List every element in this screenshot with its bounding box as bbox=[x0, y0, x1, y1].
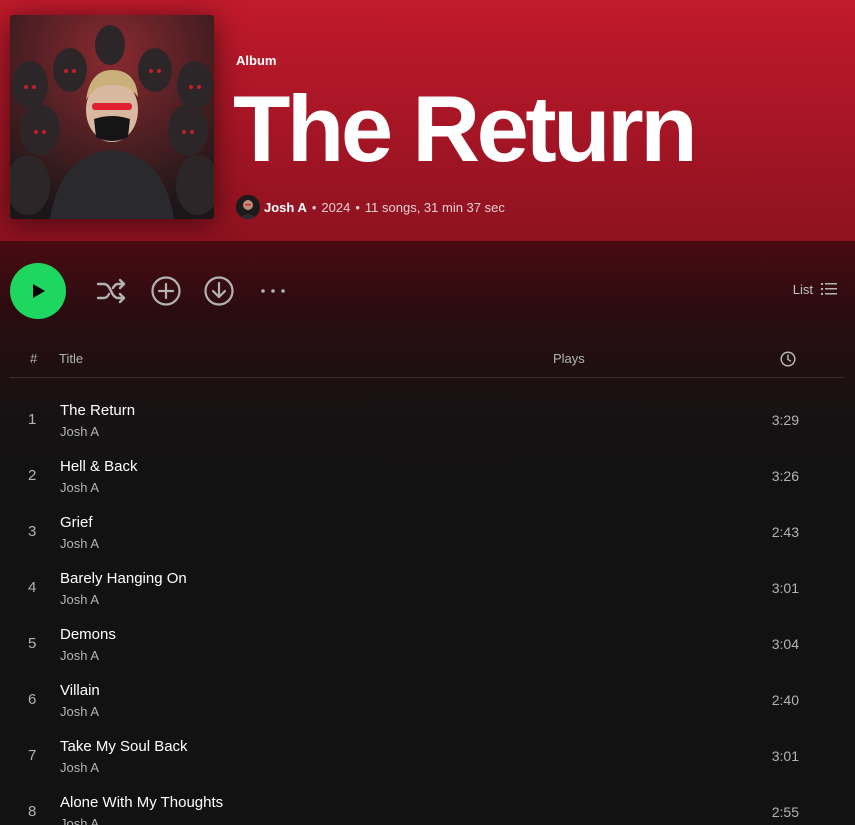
track-title: The Return bbox=[60, 402, 136, 419]
track-artist[interactable]: Josh A bbox=[60, 424, 99, 439]
play-icon bbox=[33, 284, 45, 298]
album-header: Album The Return Josh A • 2024 • 11 song… bbox=[0, 0, 855, 241]
download-icon bbox=[204, 276, 234, 306]
album-meta: Josh A • 2024 • 11 songs, 31 min 37 sec bbox=[236, 195, 505, 219]
tracklist: 1 The Return Josh A 3:29 2 Hell & Back Josh A3… bbox=[10, 392, 844, 825]
album-title: The Return bbox=[233, 76, 698, 181]
track-duration: 3:26 bbox=[771, 468, 799, 484]
track-duration: 2:55 bbox=[771, 804, 799, 820]
track-row[interactable]: 1 The Return Josh A 3:29 bbox=[10, 392, 844, 448]
separator-dot: • bbox=[355, 199, 360, 215]
track-title: Demons bbox=[60, 626, 116, 643]
view-toggle[interactable]: List bbox=[793, 281, 837, 297]
track-row[interactable]: 5 Demons Josh A 3:04 bbox=[10, 616, 844, 672]
artist-avatar[interactable] bbox=[236, 195, 260, 219]
action-bar: List bbox=[0, 241, 855, 341]
album-cover-art bbox=[10, 15, 214, 219]
more-icon bbox=[261, 289, 285, 293]
track-number: 1 bbox=[28, 411, 37, 428]
add-to-library-button[interactable] bbox=[149, 274, 183, 308]
artist-link[interactable]: Josh A bbox=[264, 200, 307, 215]
track-artist[interactable]: Josh A bbox=[60, 480, 99, 495]
album-page: Album The Return Josh A • 2024 • 11 song… bbox=[0, 0, 855, 825]
album-cover[interactable] bbox=[10, 15, 214, 219]
track-artist[interactable]: Josh A bbox=[60, 704, 99, 719]
track-number: 5 bbox=[28, 635, 37, 652]
shuffle-button[interactable] bbox=[95, 274, 129, 308]
list-icon bbox=[821, 283, 837, 295]
tracklist-header: # Title Plays bbox=[10, 341, 844, 378]
track-title: Villain bbox=[60, 682, 100, 699]
track-row[interactable]: 3 Grief Josh A 2:43 bbox=[10, 504, 844, 560]
track-duration: 3:29 bbox=[771, 412, 799, 428]
track-artist[interactable]: Josh A bbox=[60, 536, 99, 551]
track-duration: 3:01 bbox=[771, 580, 799, 596]
column-plays: Plays bbox=[553, 351, 585, 366]
track-artist[interactable]: Josh A bbox=[60, 648, 99, 663]
separator-dot: • bbox=[311, 199, 317, 215]
column-title: Title bbox=[59, 351, 84, 366]
add-circle-icon bbox=[151, 276, 181, 306]
track-title: Take My Soul Back bbox=[60, 738, 188, 755]
track-number: 7 bbox=[28, 747, 37, 764]
track-row[interactable]: 7 Take My Soul Back Josh A 3:01 bbox=[10, 728, 844, 784]
play-button[interactable] bbox=[10, 263, 66, 319]
clock-icon bbox=[780, 351, 796, 367]
track-title: Grief bbox=[60, 514, 93, 531]
track-duration: 3:01 bbox=[771, 748, 799, 764]
track-artist[interactable]: Josh A bbox=[60, 760, 99, 775]
track-number: 4 bbox=[28, 579, 37, 596]
track-title: Alone With My Thoughts bbox=[60, 794, 224, 811]
track-artist[interactable]: Josh A bbox=[60, 816, 99, 825]
track-number: 3 bbox=[28, 523, 37, 540]
view-toggle-label: List bbox=[792, 281, 813, 297]
track-row[interactable]: 2 Hell & Back Josh A 3:26 bbox=[10, 448, 844, 504]
track-row[interactable]: 6 Villain Josh A 2:40 bbox=[10, 672, 844, 728]
album-summary: 11 songs, 31 min 37 sec bbox=[364, 199, 505, 215]
track-number: 8 bbox=[28, 803, 37, 820]
more-options-button[interactable] bbox=[256, 274, 290, 308]
column-duration bbox=[780, 351, 796, 370]
download-button[interactable] bbox=[202, 274, 236, 308]
track-artist[interactable]: Josh A bbox=[60, 592, 99, 607]
track-row[interactable]: 8 Alone With My Thoughts Josh A 2:55 bbox=[10, 784, 844, 825]
track-title: Hell & Back bbox=[60, 458, 138, 475]
track-duration: 2:40 bbox=[771, 692, 799, 708]
track-duration: 2:43 bbox=[771, 524, 799, 540]
track-number: 2 bbox=[28, 467, 37, 484]
column-number: # bbox=[30, 351, 38, 366]
shuffle-icon bbox=[96, 278, 126, 304]
track-title: Barely Hanging On bbox=[60, 570, 187, 587]
track-number: 6 bbox=[28, 691, 37, 708]
album-type-label: Album bbox=[236, 53, 277, 68]
track-row[interactable]: 4 Barely Hanging On Josh A 3:01 bbox=[10, 560, 844, 616]
track-duration: 3:04 bbox=[771, 636, 799, 652]
album-year: 2024 bbox=[321, 199, 351, 215]
